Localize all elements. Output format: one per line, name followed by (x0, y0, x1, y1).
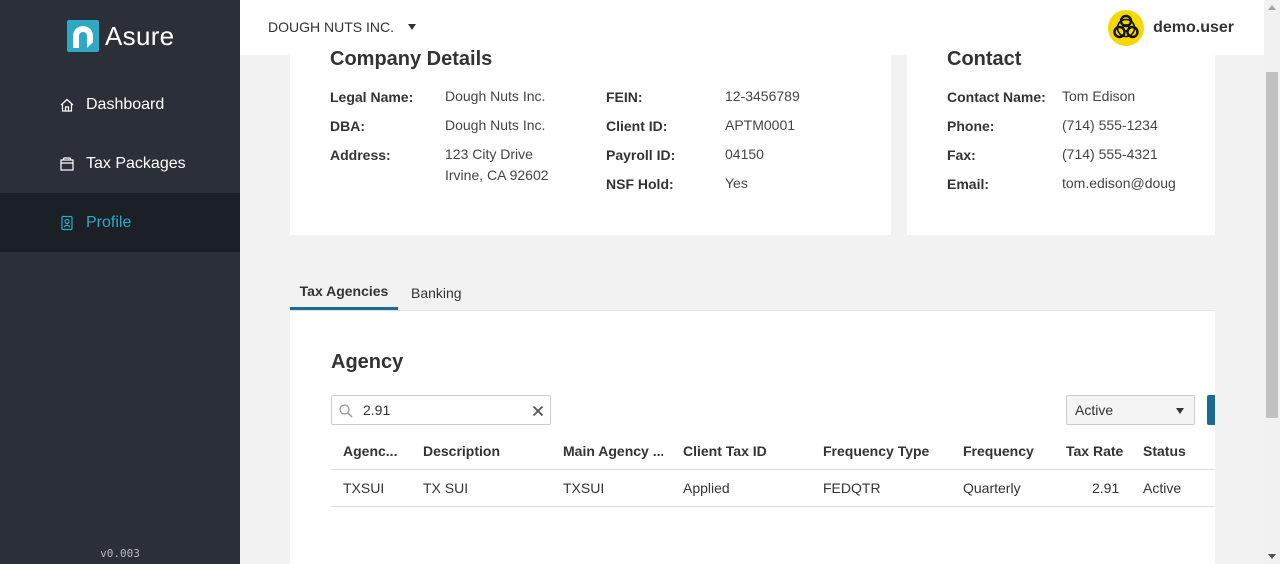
cell-description: TX SUI (423, 480, 469, 496)
client-id-label: Client ID: (606, 118, 668, 134)
company-details-card: Company Details Legal Name: Dough Nuts I… (290, 48, 891, 235)
fein-value: 12-3456789 (725, 88, 800, 104)
fein-label: FEIN: (606, 89, 643, 105)
package-icon (59, 156, 75, 172)
tab-banking[interactable]: Banking (411, 276, 462, 310)
sidebar-item-profile[interactable]: Profile (0, 193, 240, 252)
cell-status: Active (1143, 480, 1182, 496)
cell-tax-rate: 2.91 (1092, 480, 1120, 496)
client-id-value: APTM0001 (725, 117, 796, 133)
version-label: v0.003 (100, 547, 140, 560)
cell-agency: TXSUI (343, 480, 385, 496)
company-name: DOUGH NUTS INC. (268, 19, 394, 35)
search-icon (338, 403, 354, 424)
sidebar-item-dashboard[interactable]: Dashboard (0, 75, 240, 134)
contact-name-value: Tom Edison (1062, 88, 1136, 104)
profile-tabs: Tax Agencies Banking (290, 276, 1215, 310)
agency-search-input[interactable]: 2.91 (331, 395, 551, 425)
address-label: Address: (330, 147, 391, 163)
dba-value: Dough Nuts Inc. (445, 117, 546, 133)
contact-title: Contact (947, 48, 1022, 70)
page-scrollbar[interactable] (1264, 0, 1280, 564)
column-header-description[interactable]: Description (423, 443, 500, 459)
company-selector[interactable]: DOUGH NUTS INC. (268, 19, 416, 35)
search-value: 2.91 (363, 402, 391, 418)
table-header: Agenc... Description Main Agency ... Cli… (331, 432, 1215, 470)
agency-title: Agency (331, 351, 404, 373)
company-details-title: Company Details (330, 48, 493, 70)
phone-label: Phone: (947, 118, 995, 134)
scroll-thumb[interactable] (1266, 72, 1278, 418)
nsf-hold-value: Yes (725, 175, 748, 191)
sidebar-item-label: Tax Packages (86, 154, 186, 172)
cell-client-tax-id: Applied (683, 480, 730, 496)
status-filter-value: Active (1075, 402, 1114, 418)
legal-name-value: Dough Nuts Inc. (445, 88, 546, 104)
agency-panel: Agency 2.91 Active Agenc... Description … (290, 310, 1215, 564)
asure-logo-icon (67, 20, 99, 52)
home-icon (59, 97, 75, 113)
dba-label: DBA: (330, 118, 365, 134)
biohazard-icon (1108, 10, 1145, 46)
sidebar-item-tax-packages[interactable]: Tax Packages (0, 134, 240, 193)
column-header-tax-rate[interactable]: Tax Rate (1066, 443, 1123, 459)
column-header-status[interactable]: Status (1143, 443, 1186, 459)
contact-card: Contact Contact Name: Tom Edison Phone: … (907, 48, 1215, 235)
tab-tax-agencies[interactable]: Tax Agencies (290, 276, 398, 310)
profile-icon (59, 215, 75, 231)
fax-label: Fax: (947, 147, 976, 163)
payroll-id-value: 04150 (725, 146, 764, 162)
column-header-frequency[interactable]: Frequency (963, 443, 1034, 459)
add-agency-button[interactable] (1207, 395, 1215, 425)
payroll-id-label: Payroll ID: (606, 147, 676, 163)
sidebar: Asure Dashboard Tax Packages Profile v0.… (0, 0, 240, 564)
sidebar-nav: Dashboard Tax Packages Profile (0, 75, 240, 252)
address-line1: 123 City Drive (445, 146, 533, 162)
logo-text: Asure (105, 20, 175, 51)
email-value: tom.edison@doug (1062, 175, 1176, 191)
user-name: demo.user (1153, 19, 1234, 36)
status-filter-select[interactable]: Active (1066, 395, 1195, 425)
sidebar-item-label: Profile (86, 213, 132, 231)
chevron-down-icon (408, 24, 416, 30)
email-label: Email: (947, 176, 990, 192)
chevron-down-icon (1176, 408, 1184, 414)
nsf-hold-label: NSF Hold: (606, 176, 674, 192)
cell-main-agency: TXSUI (563, 480, 605, 496)
address-line2: Irvine, CA 92602 (445, 167, 549, 183)
user-menu[interactable]: demo.user (1108, 10, 1234, 46)
column-header-main-agency[interactable]: Main Agency ... (563, 443, 663, 459)
close-icon[interactable] (532, 401, 544, 422)
legal-name-label: Legal Name: (330, 89, 414, 105)
agency-table: Agenc... Description Main Agency ... Cli… (331, 432, 1215, 507)
asure-logo[interactable]: Asure (67, 20, 174, 52)
top-header: DOUGH NUTS INC. demo.user (240, 0, 1264, 55)
sidebar-item-label: Dashboard (86, 95, 165, 113)
contact-name-label: Contact Name: (947, 89, 1046, 105)
scroll-up-icon[interactable] (1268, 5, 1276, 10)
column-header-frequency-type[interactable]: Frequency Type (823, 443, 929, 459)
cell-frequency: Quarterly (963, 480, 1021, 496)
column-header-client-tax-id[interactable]: Client Tax ID (683, 443, 767, 459)
scroll-down-icon[interactable] (1268, 554, 1276, 559)
phone-value: (714) 555-1234 (1062, 117, 1158, 133)
table-row[interactable]: TXSUI TX SUI TXSUI Applied FEDQTR Quarte… (331, 470, 1215, 507)
cell-frequency-type: FEDQTR (823, 480, 881, 496)
column-header-agency[interactable]: Agenc... (343, 443, 405, 459)
fax-value: (714) 555-4321 (1062, 146, 1158, 162)
